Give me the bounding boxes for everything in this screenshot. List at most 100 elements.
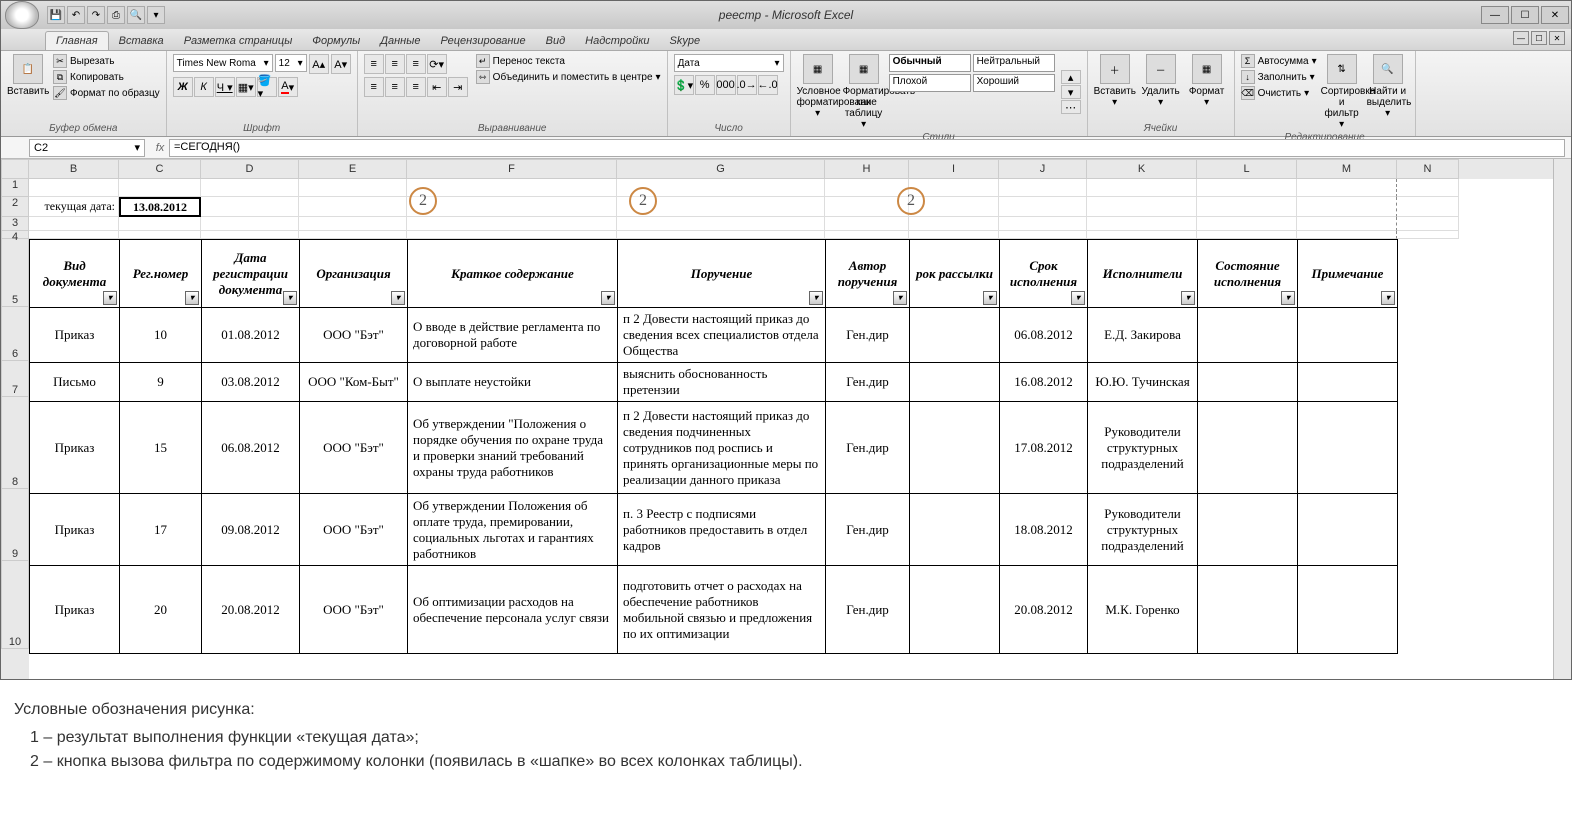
paste-button[interactable]: 📋 Вставить <box>7 54 49 121</box>
table-cell[interactable]: Ген.дир <box>826 308 910 363</box>
table-cell[interactable]: 03.08.2012 <box>202 363 300 402</box>
table-cell[interactable] <box>1298 308 1398 363</box>
row-header-6[interactable]: 6 <box>1 307 29 361</box>
qat-more-icon[interactable]: ▾ <box>147 6 165 24</box>
table-cell[interactable] <box>910 566 1000 654</box>
cell[interactable] <box>1397 197 1459 217</box>
table-cell[interactable]: Приказ <box>30 308 120 363</box>
row-header-4[interactable]: 4 <box>1 231 29 239</box>
cell[interactable] <box>299 197 407 217</box>
cell[interactable] <box>119 179 201 197</box>
tab-insert[interactable]: Вставка <box>109 32 174 50</box>
table-cell[interactable]: п 2 Довести настоящий приказ до сведения… <box>618 402 826 494</box>
col-header-N[interactable]: N <box>1397 159 1459 179</box>
table-cell[interactable]: п 2 Довести настоящий приказ до сведения… <box>618 308 826 363</box>
underline-button[interactable]: Ч ▾ <box>215 77 235 97</box>
styles-scroll-up[interactable]: ▴ <box>1061 70 1081 84</box>
align-top-button[interactable]: ≡ <box>364 54 384 74</box>
doc-minimize-button[interactable]: — <box>1513 31 1529 45</box>
doc-restore-button[interactable]: ☐ <box>1531 31 1547 45</box>
format-as-table-button[interactable]: ▦ Форматировать как таблицу ▾ <box>843 54 885 130</box>
table-cell[interactable]: 16.08.2012 <box>1000 363 1088 402</box>
table-cell[interactable] <box>1298 566 1398 654</box>
row-header-10[interactable]: 10 <box>1 561 29 649</box>
table-cell[interactable]: Е.Д. Закирова <box>1088 308 1198 363</box>
cell-style-normal[interactable]: Обычный <box>889 54 971 72</box>
table-cell[interactable]: 20.08.2012 <box>202 566 300 654</box>
align-bottom-button[interactable]: ≡ <box>406 54 426 74</box>
col-header-J[interactable]: J <box>999 159 1087 179</box>
formula-bar[interactable]: =СЕГОДНЯ() <box>169 139 1565 157</box>
comma-button[interactable]: 000 <box>716 75 736 95</box>
col-header-F[interactable]: F <box>407 159 617 179</box>
italic-button[interactable]: К <box>194 77 214 97</box>
table-cell[interactable]: Об утверждении "Положения о порядке обуч… <box>408 402 618 494</box>
decrease-font-button[interactable]: A▾ <box>331 54 351 74</box>
qat-print-icon[interactable]: ⎙ <box>107 6 125 24</box>
filter-button[interactable]: ▾ <box>1071 291 1085 305</box>
qat-save-icon[interactable]: 💾 <box>47 6 65 24</box>
current-date-value[interactable]: 13.08.2012 <box>119 197 201 217</box>
row-header-8[interactable]: 8 <box>1 397 29 489</box>
table-cell[interactable] <box>910 494 1000 566</box>
cell[interactable] <box>909 217 999 231</box>
table-cell[interactable]: М.К. Горенко <box>1088 566 1198 654</box>
cell[interactable] <box>1397 231 1459 239</box>
conditional-formatting-button[interactable]: ▦ Условное форматирование ▾ <box>797 54 839 130</box>
table-cell[interactable]: 09.08.2012 <box>202 494 300 566</box>
increase-indent-button[interactable]: ⇥ <box>448 77 468 97</box>
align-right-button[interactable]: ≡ <box>406 77 426 97</box>
insert-cells-button[interactable]: ＋Вставить ▾ <box>1094 54 1136 121</box>
tab-review[interactable]: Рецензирование <box>430 32 535 50</box>
table-cell[interactable]: Ген.дир <box>826 402 910 494</box>
table-cell[interactable] <box>1298 363 1398 402</box>
tab-data[interactable]: Данные <box>370 32 430 50</box>
fill-color-button[interactable]: 🪣▾ <box>257 77 277 97</box>
table-cell[interactable]: Приказ <box>30 566 120 654</box>
cell[interactable] <box>407 231 617 239</box>
cell[interactable] <box>201 231 299 239</box>
qat-redo-icon[interactable]: ↷ <box>87 6 105 24</box>
styles-more[interactable]: ⋯ <box>1061 100 1081 114</box>
decrease-decimal-button[interactable]: ←.0 <box>758 75 778 95</box>
table-cell[interactable]: ООО "Ком-Быт" <box>300 363 408 402</box>
table-cell[interactable]: Ген.дир <box>826 363 910 402</box>
filter-button[interactable]: ▾ <box>1181 291 1195 305</box>
table-cell[interactable]: подготовить отчет о расходах на обеспече… <box>618 566 826 654</box>
table-cell[interactable]: Ген.дир <box>826 566 910 654</box>
cell[interactable] <box>1087 197 1197 217</box>
maximize-button[interactable]: ☐ <box>1511 6 1539 24</box>
increase-decimal-button[interactable]: .0→ <box>737 75 757 95</box>
table-cell[interactable]: Ю.Ю. Тучинская <box>1088 363 1198 402</box>
table-cell[interactable] <box>910 308 1000 363</box>
cut-button[interactable]: ✂Вырезать <box>53 54 160 68</box>
table-cell[interactable]: ООО "Бэт" <box>300 566 408 654</box>
find-select-button[interactable]: 🔍Найти ивыделить ▾ <box>1367 54 1409 130</box>
cell[interactable] <box>119 217 201 231</box>
cell[interactable] <box>201 217 299 231</box>
filter-button[interactable]: ▾ <box>283 291 297 305</box>
tab-addins[interactable]: Надстройки <box>575 32 659 50</box>
close-button[interactable]: ✕ <box>1541 6 1569 24</box>
table-cell[interactable] <box>1298 494 1398 566</box>
filter-button[interactable]: ▾ <box>601 291 615 305</box>
cell-style-bad[interactable]: Плохой <box>889 74 971 92</box>
cell[interactable] <box>1197 217 1297 231</box>
qat-undo-icon[interactable]: ↶ <box>67 6 85 24</box>
styles-scroll-down[interactable]: ▾ <box>1061 85 1081 99</box>
increase-font-button[interactable]: A▴ <box>309 54 329 74</box>
row-header-1[interactable]: 1 <box>1 179 29 197</box>
filter-button[interactable]: ▾ <box>1281 291 1295 305</box>
table-cell[interactable] <box>1198 494 1298 566</box>
table-cell[interactable]: Письмо <box>30 363 120 402</box>
currency-button[interactable]: 💲▾ <box>674 75 694 95</box>
table-cell[interactable]: 06.08.2012 <box>1000 308 1088 363</box>
cell[interactable] <box>299 231 407 239</box>
cell[interactable] <box>119 231 201 239</box>
filter-button[interactable]: ▾ <box>185 291 199 305</box>
table-cell[interactable] <box>910 363 1000 402</box>
table-cell[interactable]: О вводе в действие регламента по договор… <box>408 308 618 363</box>
table-cell[interactable]: 17 <box>120 494 202 566</box>
format-cells-button[interactable]: ▦Формат ▾ <box>1186 54 1228 121</box>
cell[interactable] <box>29 231 119 239</box>
